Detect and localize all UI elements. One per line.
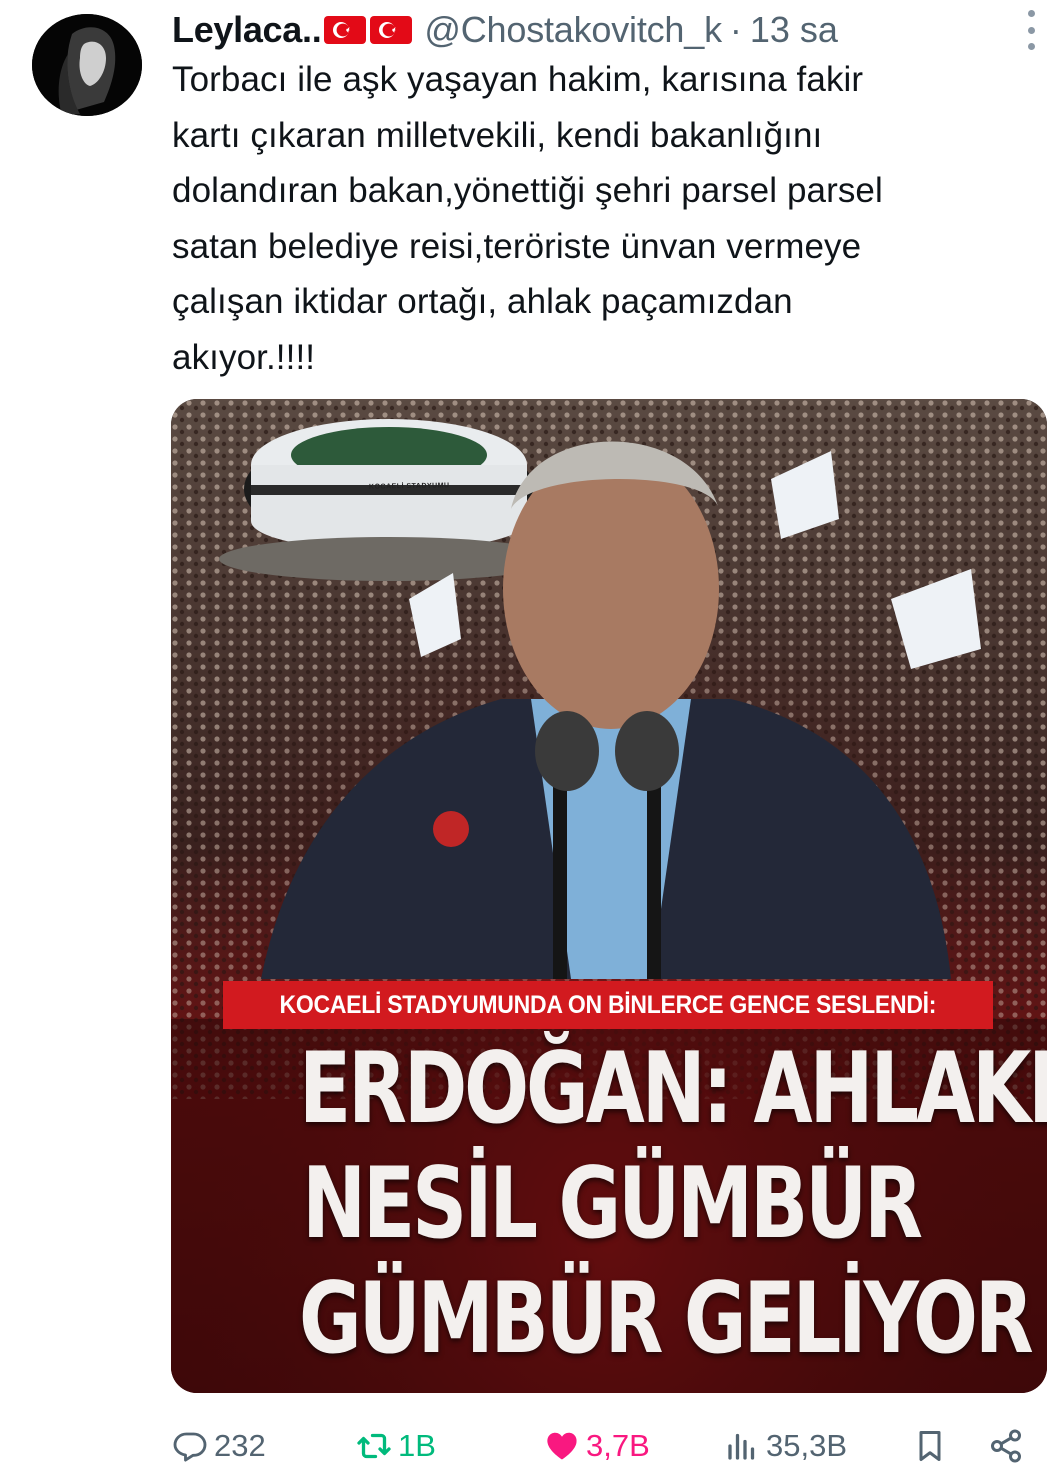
views-button[interactable]: 35,3B (724, 1418, 847, 1474)
tweet-action-bar: 232 1B 3,7B 35,3B (172, 1418, 1042, 1474)
turkey-flag-icon (370, 16, 413, 44)
like-button[interactable]: 3,7B (544, 1418, 650, 1474)
image-subhead: KOCAELİ STADYUMUNDA ON BİNLERCE GENCE SE… (279, 990, 937, 1019)
retweet-icon (357, 1433, 391, 1459)
avatar-image (32, 14, 142, 116)
like-count: 3,7B (586, 1428, 650, 1463)
stadium-label: KOCAELİ STADYUMU (368, 482, 450, 491)
views-count: 35,3B (766, 1428, 848, 1463)
views-icon (728, 1433, 755, 1460)
image-headline-line-3: GÜMBÜR GELİYOR (299, 1262, 1034, 1376)
more-options-icon[interactable] (1024, 10, 1038, 50)
author-avatar[interactable] (32, 14, 142, 116)
share-icon (991, 1429, 1021, 1463)
tweet-image[interactable]: KOCAELİ STADYUMU KOCAELİ STADYUMUNDA ON … (171, 399, 1047, 1393)
image-headline-line-2: NESİL GÜMBÜR (302, 1147, 923, 1261)
tweet-time[interactable]: 13 sa (750, 9, 838, 51)
reply-button[interactable]: 232 (172, 1418, 266, 1474)
tweet-text: Torbacı ile aşk yaşayan hakim, karısına … (172, 60, 883, 377)
retweet-count: 1B (398, 1428, 436, 1463)
turkey-flag-icon (324, 16, 367, 44)
reply-icon (173, 1432, 207, 1462)
share-button[interactable] (988, 1418, 1024, 1474)
flag-emojis (324, 16, 413, 44)
reply-count: 232 (214, 1428, 266, 1463)
tweet-header: Leylaca.. @Chostakovitch_k · 13 sa (172, 6, 1038, 54)
heart-icon (547, 1432, 577, 1460)
bookmark-button[interactable] (912, 1418, 948, 1474)
separator-dot: · (729, 9, 742, 50)
display-name[interactable]: Leylaca.. (172, 9, 322, 51)
subhead-banner: KOCAELİ STADYUMUNDA ON BİNLERCE GENCE SE… (223, 981, 993, 1029)
bookmark-icon (919, 1431, 941, 1461)
user-handle[interactable]: @Chostakovitch_k (424, 9, 722, 51)
retweet-button[interactable]: 1B (356, 1418, 436, 1474)
image-headline-line-1: ERDOĞAN: AHLAKLI (299, 1032, 1047, 1146)
